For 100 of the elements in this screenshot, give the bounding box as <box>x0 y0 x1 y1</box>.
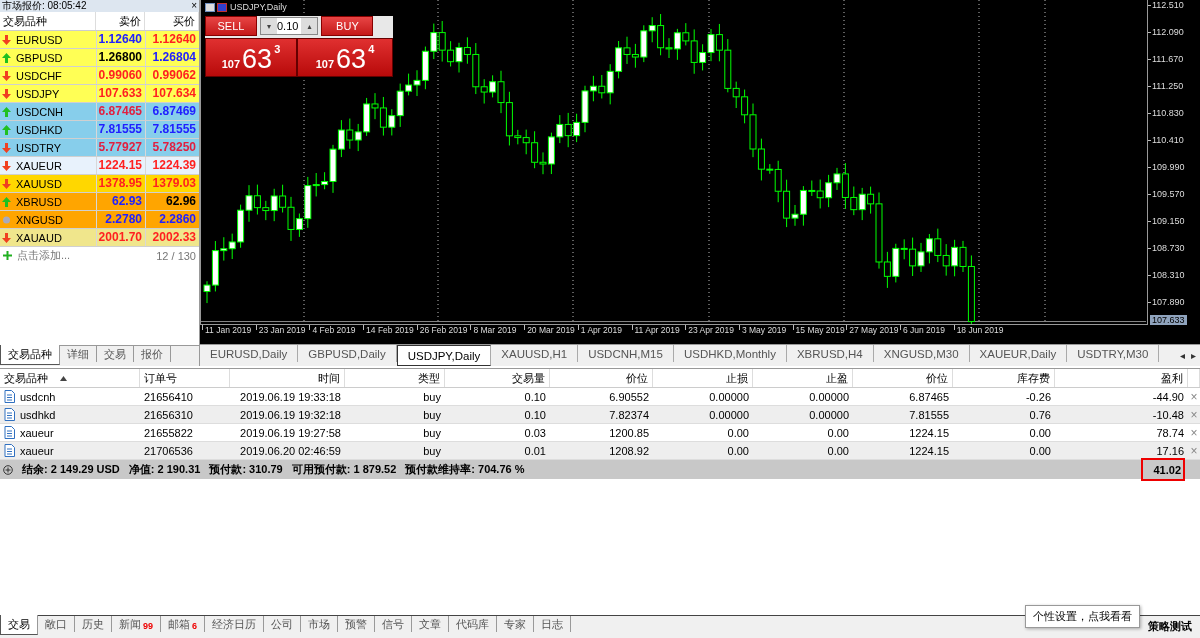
column-header[interactable]: 卖价 <box>96 12 145 30</box>
total-profit: 41.02 <box>1141 458 1185 481</box>
toolbox-tab[interactable]: 专家 <box>497 616 535 632</box>
symbol-row[interactable]: EURUSD 1.12640 1.12640 <box>0 31 199 49</box>
scroll-left-button[interactable]: ◂ <box>1179 350 1185 361</box>
symbol-row[interactable]: XAUEUR 1224.15 1224.39 <box>0 157 199 175</box>
panel-tab[interactable]: 交易 <box>97 346 134 362</box>
toolbox-tab[interactable]: 敞口 <box>38 616 75 632</box>
symbol-row[interactable]: USDJPY 107.633 107.634 <box>0 85 199 103</box>
date-tick-label: 15 May 2019 <box>795 325 845 336</box>
column-header[interactable]: 止损 <box>653 369 753 387</box>
ask-price: 5.78250 <box>152 141 196 154</box>
tooltip: 个性设置，点我看看 <box>1025 605 1140 628</box>
bid-price: 5.77927 <box>98 141 142 154</box>
table-cell: 0.10 <box>524 408 546 421</box>
table-cell: 2019.06.20 02:46:59 <box>240 444 341 457</box>
chart-tab[interactable]: XNGUSD,M30 <box>873 345 970 362</box>
price-tick-label: 109.990 <box>1152 162 1185 172</box>
toolbox-tab[interactable]: 信号 <box>375 616 413 632</box>
symbol-row[interactable]: USDCHF 0.99060 0.99062 <box>0 67 199 85</box>
document-icon <box>4 408 15 421</box>
chart-tab[interactable]: USDHKD,Monthly <box>673 345 787 362</box>
column-header[interactable]: 交易品种 <box>0 369 140 387</box>
add-symbol-link[interactable]: 点击添加... <box>17 248 71 263</box>
toolbox-tab[interactable]: 经济日历 <box>205 616 265 632</box>
panel-tab[interactable]: 交易品种 <box>0 345 60 365</box>
chart-tab[interactable]: GBPUSD,Daily <box>298 345 397 362</box>
toolbox-tab[interactable]: 公司 <box>264 616 302 632</box>
toolbox-tab[interactable]: 交易 <box>0 615 38 635</box>
ask-price: 1379.03 <box>152 177 196 190</box>
decrease-button[interactable]: ▾ <box>261 18 277 34</box>
toolbox-tab[interactable]: 市场 <box>301 616 339 632</box>
toolbox-tab[interactable]: 历史 <box>75 616 112 632</box>
column-header[interactable]: 止盈 <box>753 369 853 387</box>
column-header[interactable]: 类型 <box>345 369 445 387</box>
toolbox-tab[interactable]: 代码库 <box>449 616 498 632</box>
price-big-figure: 107 <box>221 58 241 70</box>
increase-button[interactable]: ▴ <box>301 18 318 34</box>
table-cell: buy <box>423 444 441 457</box>
account-summary: 可用预付款: 1 879.52 <box>291 462 397 477</box>
bid-price: 1.12640 <box>98 33 142 46</box>
column-header[interactable]: 订单号 <box>140 369 230 387</box>
chart-tab[interactable]: EURUSD,Daily <box>200 345 299 362</box>
toolbox-tab[interactable]: 策略测试 <box>1140 616 1200 637</box>
date-tick-label: 14 Feb 2019 <box>366 325 414 336</box>
price-pips: 63 <box>336 46 367 73</box>
plus-icon <box>3 251 12 260</box>
panel-tab[interactable]: 详细 <box>60 346 97 362</box>
ask-price: 1224.39 <box>152 159 196 172</box>
chart-tab[interactable]: USDJPY,Daily <box>396 345 492 366</box>
table-cell: 0.10 <box>524 390 546 403</box>
symbol-name: XNGUSD <box>16 213 64 226</box>
bid-price: 1378.95 <box>98 177 142 190</box>
symbol-row[interactable]: USDTRY 5.77927 5.78250 <box>0 139 199 157</box>
chart-tab[interactable]: USDTRY,M30 <box>1067 345 1160 362</box>
table-cell: 6.87465 <box>909 390 949 403</box>
symbol-row[interactable]: XNGUSD 2.2780 2.2860 <box>0 211 199 229</box>
column-header[interactable]: 交易品种 <box>0 12 96 30</box>
symbol-row[interactable]: GBPUSD 1.26800 1.26804 <box>0 49 199 67</box>
scroll-right-button[interactable]: ▸ <box>1190 350 1196 361</box>
table-cell: -0.26 <box>1025 390 1051 403</box>
chart-tab[interactable]: XAUUSD,H1 <box>491 345 579 362</box>
bid-price: 107.633 <box>98 87 142 100</box>
bid-price: 0.99060 <box>98 69 142 82</box>
date-tick-label: 11 Apr 2019 <box>634 325 680 336</box>
table-cell: 0.76 <box>1029 408 1051 421</box>
buy-button[interactable]: BUY <box>321 16 374 36</box>
price-tick-label: 110.410 <box>1152 135 1184 145</box>
price-tick-label: 107.890 <box>1152 297 1185 307</box>
symbol-name: USDCNH <box>16 105 64 118</box>
column-header[interactable]: 交易量 <box>445 369 550 387</box>
chart-tab[interactable]: USDCNH,M15 <box>578 345 674 362</box>
symbol-name: USDCHF <box>16 69 62 82</box>
table-cell: 78.74 <box>1156 426 1184 439</box>
symbol-row[interactable]: USDHKD 7.81555 7.81555 <box>0 121 199 139</box>
toolbox-tab[interactable]: 文章 <box>412 616 450 632</box>
sell-button[interactable]: SELL <box>205 16 257 36</box>
toolbox-tab[interactable]: 预警 <box>338 616 376 632</box>
chart-tab[interactable]: XBRUSD,H4 <box>786 345 874 362</box>
date-tick-label: 27 May 2019 <box>849 325 899 336</box>
column-header[interactable]: 价位 <box>853 369 953 387</box>
table-cell: buy <box>423 390 441 403</box>
table-cell: 1224.15 <box>909 444 949 457</box>
chart-tab[interactable]: XAUEUR,Daily <box>969 345 1068 362</box>
table-cell: buy <box>423 426 441 439</box>
column-header[interactable]: 时间 <box>230 369 345 387</box>
column-header[interactable]: 库存费 <box>953 369 1055 387</box>
symbol-row[interactable]: XBRUSD 62.93 62.96 <box>0 193 199 211</box>
column-header[interactable]: 价位 <box>550 369 653 387</box>
symbol-row[interactable]: USDCNH 6.87465 6.87469 <box>0 103 199 121</box>
close-order-button[interactable]: × <box>1188 424 1200 441</box>
toolbox-tab[interactable]: 日志 <box>534 616 572 632</box>
lot-size-field[interactable]: ▾ 0.10 ▴ <box>260 17 319 35</box>
column-header[interactable]: 盈利 <box>1055 369 1188 387</box>
symbol-row[interactable]: XAUUSD 1378.95 1379.03 <box>0 175 199 193</box>
column-header[interactable]: 买价 <box>145 12 199 30</box>
close-button[interactable]: × <box>191 0 197 12</box>
close-order-button[interactable]: × <box>1188 388 1200 405</box>
symbol-row[interactable]: XAUAUD 2001.70 2002.33 <box>0 229 199 247</box>
panel-tab[interactable]: 报价 <box>134 346 171 362</box>
